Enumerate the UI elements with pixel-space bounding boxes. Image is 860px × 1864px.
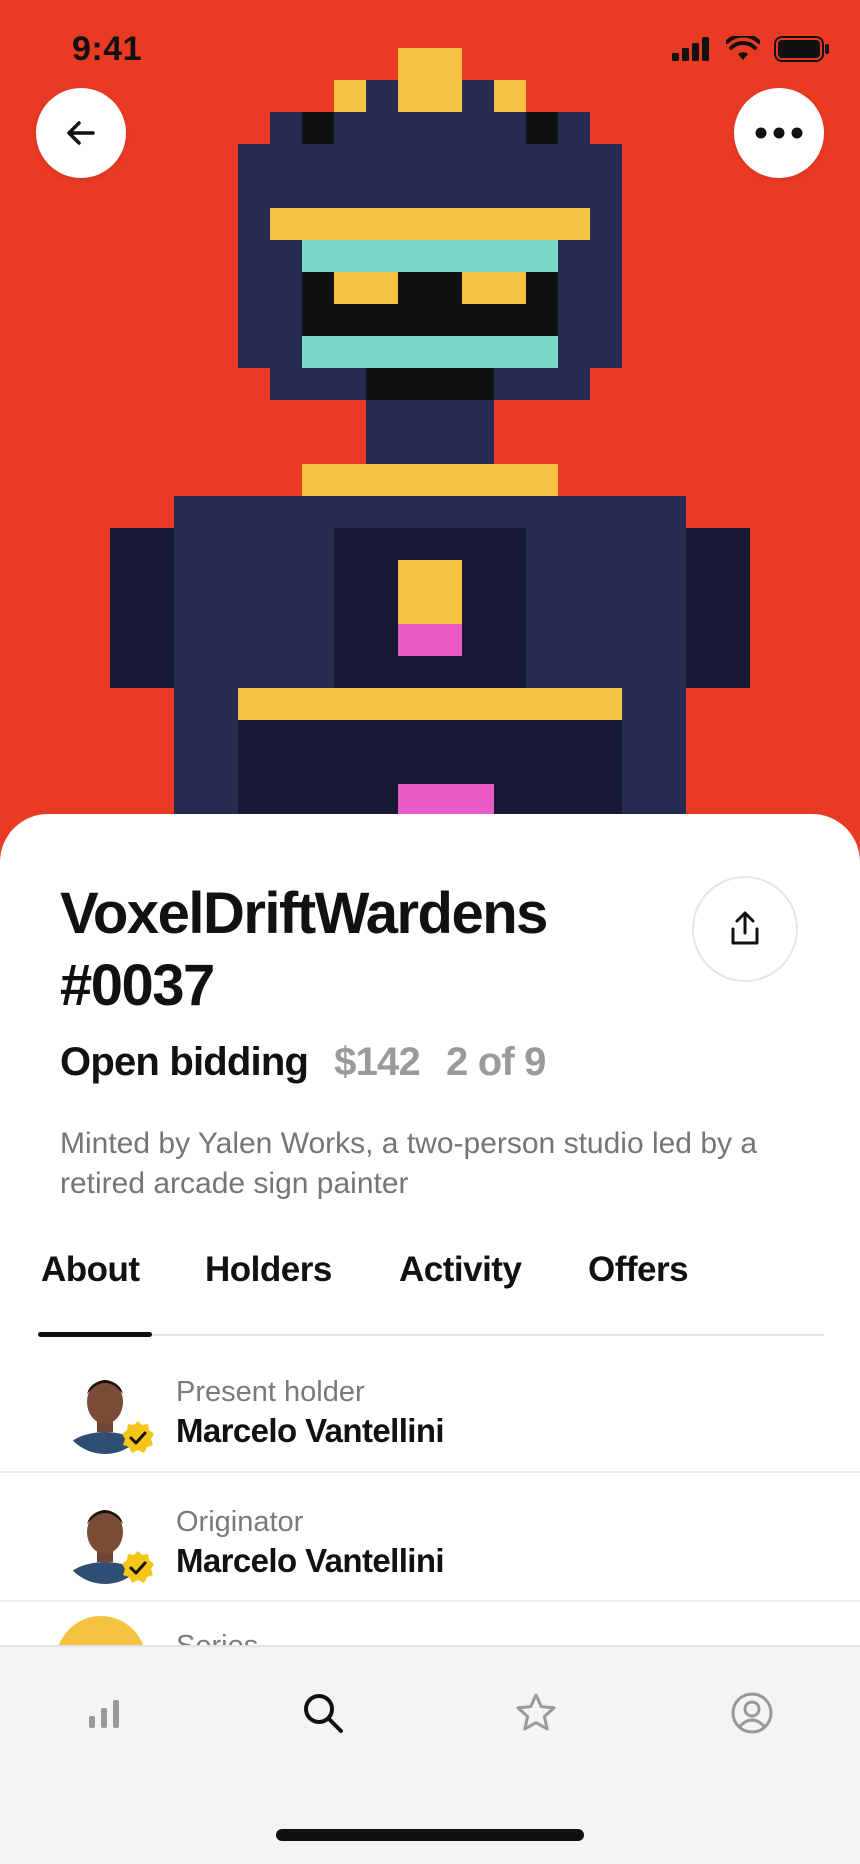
detail-tabs: About Holders Activity Offers [0, 1250, 860, 1340]
back-button[interactable] [36, 88, 126, 178]
wifi-icon [726, 36, 760, 60]
ellipsis-horizontal-icon [755, 127, 803, 139]
bar-chart-icon [89, 1700, 119, 1728]
more-options-button[interactable] [734, 88, 824, 178]
verified-badge-icon [122, 1421, 154, 1453]
tabs-divider [38, 1334, 824, 1336]
list-item-originator[interactable]: Originator Marcelo Vantellini [0, 1484, 860, 1614]
tab-holders[interactable]: Holders [205, 1250, 332, 1290]
active-tab-indicator [38, 1332, 152, 1337]
share-button[interactable] [692, 876, 798, 982]
sale-status: Open bidding [60, 1040, 309, 1084]
detail-name: Marcelo Vantellini [176, 1542, 445, 1579]
nav-profile[interactable] [722, 1683, 782, 1743]
nft-artwork [0, 0, 860, 860]
profile-icon [731, 1692, 773, 1734]
nav-search[interactable] [293, 1683, 353, 1743]
detail-name: Marcelo Vantellini [176, 1412, 445, 1449]
status-bar: 9:41 [0, 0, 860, 100]
item-price: $142 [334, 1040, 421, 1084]
item-meta: Open bidding $142 2 of 9 [60, 1040, 546, 1085]
verified-badge-icon [122, 1551, 154, 1583]
tab-about[interactable]: About [41, 1250, 140, 1290]
tab-activity[interactable]: Activity [399, 1250, 522, 1290]
arrow-left-icon [67, 121, 95, 145]
battery-icon [774, 36, 829, 62]
row-divider [0, 1471, 860, 1473]
cellular-signal-icon [672, 37, 709, 61]
star-icon [516, 1693, 556, 1731]
status-time: 9:41 [72, 30, 143, 68]
status-icons [672, 36, 830, 62]
list-item-series[interactable]: Series [0, 1610, 860, 1650]
detail-label: Present holder [176, 1376, 365, 1408]
item-edition: 2 of 9 [445, 1040, 546, 1084]
home-indicator [276, 1829, 584, 1841]
pixel-robot-artwork [110, 48, 750, 860]
nav-favorites[interactable] [506, 1683, 566, 1743]
detail-label: Originator [176, 1506, 304, 1538]
list-item-present-holder[interactable]: Present holder Marcelo Vantellini [0, 1354, 860, 1484]
item-title: VoxelDriftWardens #0037 [60, 881, 548, 1018]
row-divider [0, 1600, 860, 1602]
item-description: Minted by Yalen Works, a two-person stud… [60, 1127, 758, 1200]
nav-stats[interactable] [74, 1683, 134, 1743]
tab-offers[interactable]: Offers [588, 1250, 689, 1290]
share-icon [731, 911, 759, 945]
search-icon [304, 1694, 343, 1733]
